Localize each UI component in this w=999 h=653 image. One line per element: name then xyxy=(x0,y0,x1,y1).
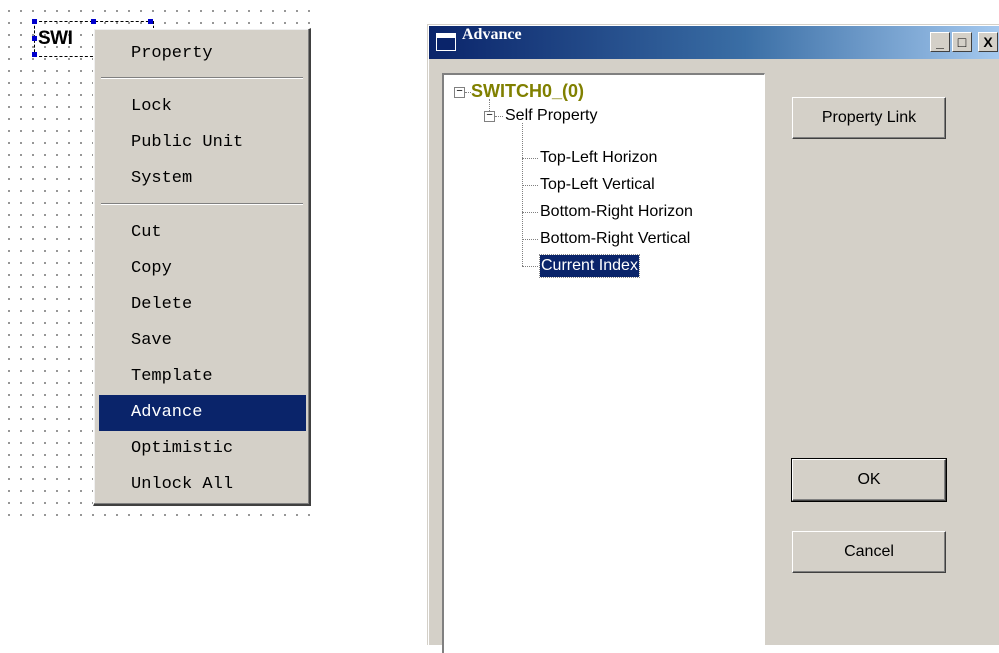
close-button[interactable]: X xyxy=(978,32,998,52)
tree-root-node[interactable]: SWITCH0_(0) xyxy=(471,81,584,102)
close-icon: X xyxy=(983,34,993,50)
tree-connector xyxy=(522,239,538,240)
menu-item-property[interactable]: Property xyxy=(99,36,306,72)
maximize-button[interactable]: □ xyxy=(952,32,972,52)
cancel-button[interactable]: Cancel xyxy=(792,531,946,573)
tree-group-node[interactable]: Self Property xyxy=(505,105,597,127)
maximize-icon: □ xyxy=(957,34,967,50)
tree-connector xyxy=(522,212,538,213)
tree-connector xyxy=(522,158,538,159)
menu-item-cut[interactable]: Cut xyxy=(99,215,306,251)
selection-handle-mid-left[interactable] xyxy=(32,36,37,41)
tree-item-top-left-vertical[interactable]: Top-Left Vertical xyxy=(540,174,655,196)
menu-item-optimistic[interactable]: Optimistic xyxy=(99,431,306,467)
tree-item-top-left-horizon[interactable]: Top-Left Horizon xyxy=(540,147,657,169)
tree-connector xyxy=(522,123,523,266)
selection-handle-top-right[interactable] xyxy=(148,19,153,24)
menu-item-system[interactable]: System xyxy=(99,161,306,197)
menu-item-unlock-all[interactable]: Unlock All xyxy=(99,467,306,503)
selection-handle-top-mid[interactable] xyxy=(91,19,96,24)
tree-connector xyxy=(495,116,503,117)
menu-item-lock[interactable]: Lock xyxy=(99,89,306,125)
collapse-icon[interactable]: − xyxy=(484,111,495,122)
menu-separator xyxy=(101,203,303,205)
menu-item-public-unit[interactable]: Public Unit xyxy=(99,125,306,161)
menu-separator xyxy=(101,77,303,79)
minimize-icon: _ xyxy=(936,34,944,50)
property-link-button[interactable]: Property Link xyxy=(792,97,946,139)
selection-handle-bottom-left[interactable] xyxy=(32,52,37,57)
selection-handle-top-left[interactable] xyxy=(32,19,37,24)
menu-item-copy[interactable]: Copy xyxy=(99,251,306,287)
tree-connector xyxy=(522,185,538,186)
tree-item-bottom-right-horizon[interactable]: Bottom-Right Horizon xyxy=(540,201,693,223)
advance-dialog: Advance _ □ X − SWITCH0_(0) − Self Prope… xyxy=(427,24,999,653)
menu-item-template[interactable]: Template xyxy=(99,359,306,395)
property-tree[interactable]: − SWITCH0_(0) − Self Property Top-Left H… xyxy=(442,73,765,653)
context-menu: Property Lock Public Unit System Cut Cop… xyxy=(93,28,311,506)
collapse-icon[interactable]: − xyxy=(454,87,465,98)
menu-item-save[interactable]: Save xyxy=(99,323,306,359)
menu-item-delete[interactable]: Delete xyxy=(99,287,306,323)
window-icon xyxy=(436,33,456,51)
tree-item-current-index[interactable]: Current Index xyxy=(539,254,640,278)
tree-connector xyxy=(522,266,538,267)
minimize-button[interactable]: _ xyxy=(930,32,950,52)
menu-item-advance[interactable]: Advance xyxy=(99,395,306,431)
ok-button[interactable]: OK xyxy=(791,458,947,502)
dialog-titlebar[interactable]: Advance _ □ X xyxy=(429,26,999,59)
tree-item-bottom-right-vertical[interactable]: Bottom-Right Vertical xyxy=(540,228,690,250)
dialog-title: Advance xyxy=(462,26,522,43)
switch-widget-label[interactable]: SWI xyxy=(38,28,73,50)
